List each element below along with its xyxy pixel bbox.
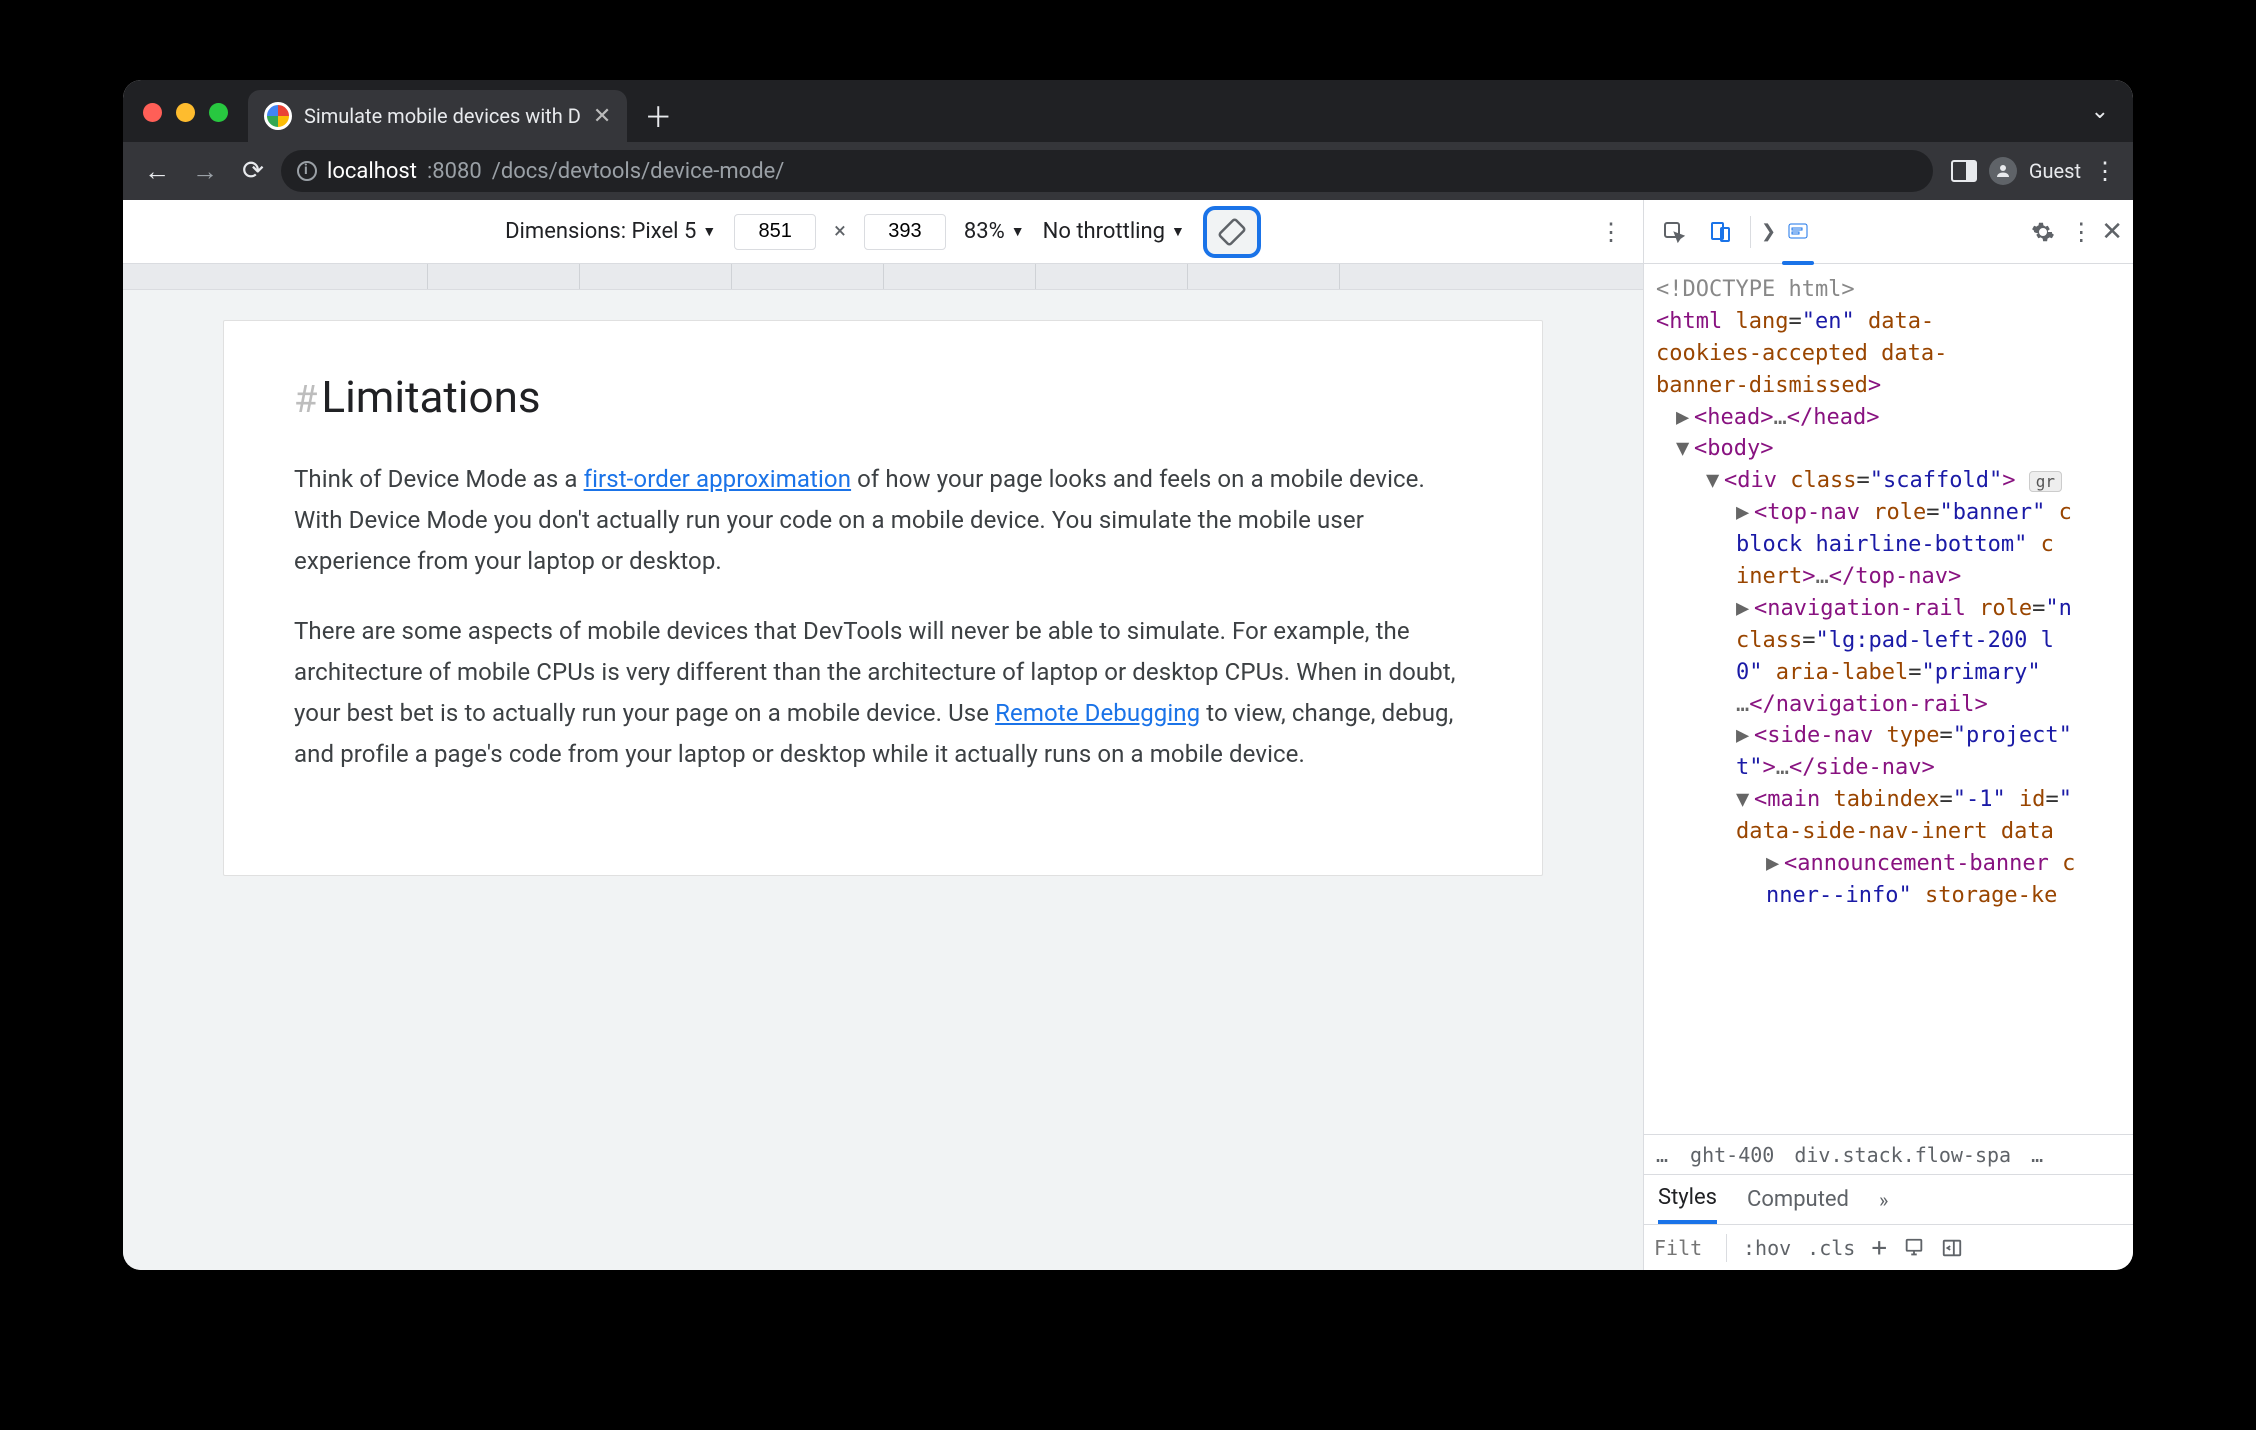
remote-debugging-link[interactable]: Remote Debugging bbox=[995, 699, 1200, 727]
site-info-icon[interactable] bbox=[297, 161, 317, 181]
dom-side-nav[interactable]: ▶<side-nav type="project" t">…</side-nav… bbox=[1656, 720, 2125, 784]
content-area: Dimensions: Pixel 5 ▼ × 83% ▼ No throttl… bbox=[123, 200, 2133, 1270]
browser-window: Simulate mobile devices with D ✕ ＋ ⌄ ← →… bbox=[123, 80, 2133, 1270]
crumb-1[interactable]: ght-400 bbox=[1690, 1143, 1774, 1167]
page-area: Dimensions: Pixel 5 ▼ × 83% ▼ No throttl… bbox=[123, 200, 1643, 1270]
breadcrumb-bar[interactable]: … ght-400 div.stack.flow-spa … bbox=[1644, 1134, 2133, 1174]
profile-avatar-icon[interactable] bbox=[1989, 157, 2017, 185]
dimensions-dropdown[interactable]: Dimensions: Pixel 5 ▼ bbox=[505, 219, 716, 244]
chevron-right-icon[interactable]: ❯ bbox=[1761, 221, 1776, 242]
devtools-toolbar: ❯ ⋮ ✕ bbox=[1644, 200, 2133, 264]
separator bbox=[1750, 216, 1751, 248]
dom-body[interactable]: ▼<body> bbox=[1656, 433, 2125, 465]
paragraph-2: There are some aspects of mobile devices… bbox=[294, 611, 1472, 774]
dimension-separator: × bbox=[834, 219, 846, 244]
dom-tree[interactable]: <!DOCTYPE html> <html lang="en" data- co… bbox=[1644, 264, 2133, 1134]
toggle-sidebar-icon[interactable] bbox=[1941, 1237, 1963, 1259]
toolbar: ← → ⟳ localhost :8080/docs/devtools/devic… bbox=[123, 142, 2133, 200]
crumbs-overflow-right[interactable]: … bbox=[2031, 1143, 2045, 1167]
toolbar-right: Guest ⋮ bbox=[1951, 157, 2119, 185]
side-panel-icon[interactable] bbox=[1951, 160, 1977, 182]
device-toolbar: Dimensions: Pixel 5 ▼ × 83% ▼ No throttl… bbox=[123, 200, 1643, 264]
device-frame-icon[interactable] bbox=[1903, 1237, 1925, 1259]
inspect-element-icon[interactable] bbox=[1654, 212, 1694, 252]
page-content: #Limitations Think of Device Mode as a f… bbox=[223, 320, 1543, 876]
tab-styles[interactable]: Styles bbox=[1658, 1185, 1717, 1224]
tab-strip: Simulate mobile devices with D ✕ ＋ ⌄ bbox=[123, 80, 2133, 142]
close-window-button[interactable] bbox=[143, 103, 162, 122]
settings-icon[interactable] bbox=[2023, 212, 2063, 252]
devtools-close-icon[interactable]: ✕ bbox=[2101, 217, 2123, 247]
crumb-2[interactable]: div.stack.flow-spa bbox=[1794, 1143, 2011, 1167]
caret-down-icon: ▼ bbox=[702, 223, 716, 240]
paragraph-1: Think of Device Mode as a first-order ap… bbox=[294, 459, 1472, 581]
dimensions-label: Dimensions: Pixel 5 bbox=[505, 219, 696, 244]
url-host: localhost bbox=[327, 159, 417, 184]
devtools-panel: ❯ ⋮ ✕ <!DOCTYPE html> <html lang="en" da… bbox=[1643, 200, 2133, 1270]
hov-toggle[interactable]: :hov bbox=[1743, 1236, 1791, 1260]
caret-down-icon: ▼ bbox=[1171, 223, 1185, 240]
tabs-dropdown-icon[interactable]: ⌄ bbox=[2091, 99, 2109, 124]
browser-menu-icon[interactable]: ⋮ bbox=[2093, 157, 2119, 185]
throttling-label: No throttling bbox=[1043, 219, 1165, 244]
dom-announcement-banner[interactable]: ▶<announcement-banner c nner--info" stor… bbox=[1656, 848, 2125, 912]
page-heading: #Limitations bbox=[294, 371, 1472, 423]
dom-doctype: <!DOCTYPE html> bbox=[1656, 277, 1855, 302]
ruler bbox=[123, 264, 1643, 290]
zoom-dropdown[interactable]: 83% ▼ bbox=[964, 219, 1025, 244]
dom-top-nav[interactable]: ▶<top-nav role="banner" c block hairline… bbox=[1656, 497, 2125, 593]
first-order-link[interactable]: first-order approximation bbox=[584, 465, 851, 493]
reload-button[interactable]: ⟳ bbox=[233, 151, 273, 191]
url-port: :8080 bbox=[427, 159, 482, 184]
new-tab-button[interactable]: ＋ bbox=[637, 95, 679, 137]
rotate-button[interactable] bbox=[1203, 206, 1261, 258]
devtools-more-icon[interactable]: ⋮ bbox=[2069, 218, 2095, 246]
dom-main[interactable]: ▼<main tabindex="-1" id=" data-side-nav-… bbox=[1656, 784, 2125, 848]
caret-down-icon: ▼ bbox=[1011, 223, 1025, 240]
fullscreen-window-button[interactable] bbox=[209, 103, 228, 122]
browser-tab[interactable]: Simulate mobile devices with D ✕ bbox=[248, 90, 627, 142]
crumbs-overflow-left[interactable]: … bbox=[1656, 1143, 1670, 1167]
new-style-rule-icon[interactable]: + bbox=[1871, 1233, 1887, 1263]
device-toolbar-more-icon[interactable]: ⋮ bbox=[1599, 218, 1625, 246]
styles-filter-input[interactable] bbox=[1654, 1236, 1710, 1260]
back-button[interactable]: ← bbox=[137, 151, 177, 191]
width-input[interactable] bbox=[734, 214, 816, 250]
rotate-icon bbox=[1217, 217, 1247, 247]
heading-text: Limitations bbox=[321, 371, 540, 423]
dom-html: <html lang="en" data- cookies-accepted d… bbox=[1656, 309, 1947, 398]
minimize-window-button[interactable] bbox=[176, 103, 195, 122]
zoom-value: 83% bbox=[964, 219, 1005, 244]
throttling-dropdown[interactable]: No throttling ▼ bbox=[1043, 219, 1185, 244]
window-controls bbox=[143, 103, 228, 122]
profile-label: Guest bbox=[2029, 159, 2081, 183]
separator bbox=[1726, 1234, 1727, 1262]
more-tabs-icon[interactable]: » bbox=[1879, 1188, 1884, 1212]
device-toggle-icon[interactable] bbox=[1700, 212, 1740, 252]
forward-button[interactable]: → bbox=[185, 151, 225, 191]
cls-toggle[interactable]: .cls bbox=[1807, 1236, 1855, 1260]
height-input[interactable] bbox=[864, 214, 946, 250]
url-path: /docs/devtools/device-mode/ bbox=[492, 159, 785, 184]
dom-navigation-rail[interactable]: ▶<navigation-rail role="n class="lg:pad-… bbox=[1656, 593, 2125, 721]
tab-title: Simulate mobile devices with D bbox=[304, 104, 581, 128]
styles-tabstrip: Styles Computed » bbox=[1644, 1174, 2133, 1224]
close-tab-icon[interactable]: ✕ bbox=[593, 104, 611, 129]
anchor-hash-icon[interactable]: # bbox=[294, 378, 317, 422]
chrome-favicon-icon bbox=[264, 102, 292, 130]
dom-scaffold[interactable]: ▼<div class="scaffold"> gr bbox=[1656, 465, 2125, 497]
device-viewport: #Limitations Think of Device Mode as a f… bbox=[123, 290, 1643, 1270]
dom-head[interactable]: ▶<head>…</head> bbox=[1656, 402, 2125, 434]
styles-toolbar: :hov .cls + bbox=[1644, 1224, 2133, 1270]
tab-computed[interactable]: Computed bbox=[1747, 1187, 1849, 1222]
address-bar[interactable]: localhost :8080/docs/devtools/device-mode… bbox=[281, 150, 1933, 192]
elements-tab-icon[interactable] bbox=[1778, 212, 1818, 252]
